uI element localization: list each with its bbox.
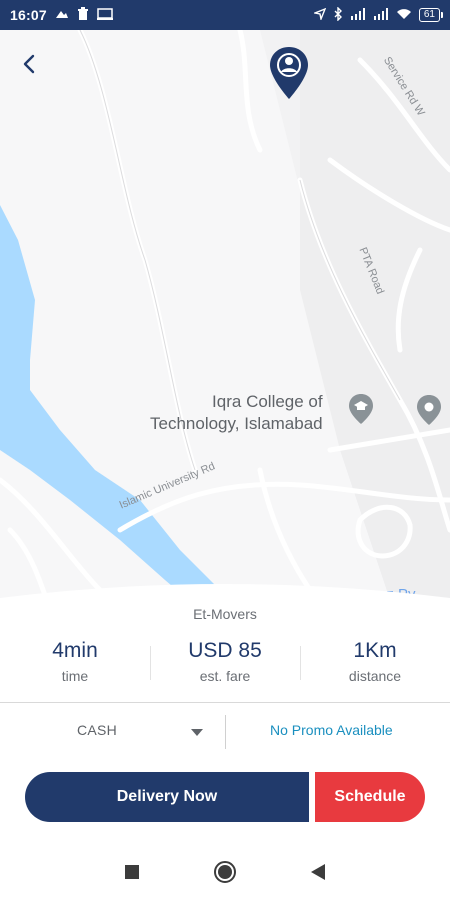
nav-home-button[interactable] bbox=[213, 860, 237, 884]
signal-icon-2 bbox=[373, 7, 389, 23]
notification-icon bbox=[55, 7, 69, 23]
stat-fare: USD 85 est. fare bbox=[150, 636, 300, 686]
signal-icon-1 bbox=[350, 7, 366, 23]
payment-divider bbox=[225, 715, 226, 749]
trash-icon bbox=[77, 6, 89, 24]
location-arrow-icon bbox=[312, 7, 327, 23]
screen-cast-icon bbox=[96, 7, 113, 23]
ride-stats: 4min time USD 85 est. fare 1Km distance bbox=[0, 636, 450, 686]
bluetooth-icon bbox=[333, 5, 343, 24]
stat-time: 4min time bbox=[0, 636, 150, 686]
stat-label: est. fare bbox=[199, 668, 251, 684]
map-background bbox=[0, 30, 450, 630]
map-view[interactable]: Service Rd W PTA Road Islamic University… bbox=[0, 30, 450, 630]
schedule-button[interactable]: Schedule bbox=[315, 772, 425, 822]
nav-back-button[interactable] bbox=[306, 860, 330, 884]
wifi-icon bbox=[396, 7, 412, 23]
promo-link[interactable]: No Promo Available bbox=[270, 722, 393, 738]
stat-label: distance bbox=[348, 668, 402, 684]
stat-value: USD 85 bbox=[188, 639, 262, 662]
nav-recent-button[interactable] bbox=[120, 860, 144, 884]
company-name: Et-Movers bbox=[193, 606, 257, 622]
user-location-pin[interactable] bbox=[268, 46, 310, 100]
stat-value: 4min bbox=[52, 639, 98, 662]
status-bar: 16:07 61 bbox=[0, 0, 450, 30]
dropdown-arrow-icon[interactable] bbox=[188, 723, 206, 741]
payment-row: CASH No Promo Available bbox=[0, 703, 450, 761]
system-nav-bar bbox=[0, 842, 450, 900]
back-button[interactable] bbox=[22, 54, 58, 90]
status-time: 16:07 bbox=[10, 7, 47, 23]
battery-icon: 61 bbox=[418, 8, 444, 22]
location-poi-icon[interactable] bbox=[416, 394, 442, 426]
back-arrow-icon bbox=[23, 54, 35, 74]
education-poi-icon[interactable] bbox=[348, 393, 374, 425]
stat-label: time bbox=[61, 668, 89, 684]
poi-label[interactable]: Iqra College of Technology, Islamabad bbox=[150, 391, 323, 435]
nav-recent-icon bbox=[125, 865, 139, 879]
user-location-pin-icon bbox=[270, 47, 308, 99]
payment-method-select[interactable]: CASH bbox=[77, 722, 117, 738]
nav-home-icon bbox=[214, 861, 236, 883]
stat-distance: 1Km distance bbox=[300, 636, 450, 686]
delivery-now-button[interactable]: Delivery Now bbox=[25, 772, 309, 822]
nav-back-icon bbox=[311, 864, 325, 880]
action-buttons: Delivery Now Schedule bbox=[25, 772, 425, 822]
stat-value: 1Km bbox=[353, 639, 397, 662]
